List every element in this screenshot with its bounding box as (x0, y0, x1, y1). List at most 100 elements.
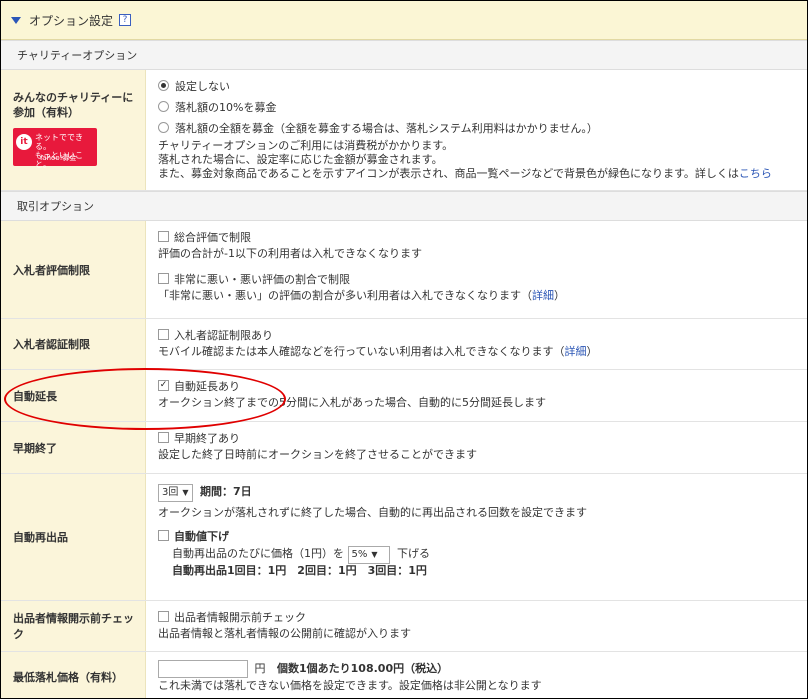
charity-note-2: 落札された場合に、設定率に応じた金額が募金されます。 (158, 153, 443, 166)
charity-option-full[interactable]: 落札額の全額を募金（全額を募金する場合は、落札システム利用料はかかりません。） (158, 118, 795, 139)
auto-extend-option[interactable]: 自動延長あり (158, 379, 795, 395)
dropdown-arrow-icon: ▼ (182, 488, 189, 497)
collapse-triangle-icon[interactable] (11, 16, 21, 24)
seller-check-content: 出品者情報開示前チェック 出品者情報と落札者情報の公開前に確認が入ります (146, 601, 807, 651)
charity-label: みんなのチャリティーに参加（有料） (13, 91, 134, 119)
option-label: 早期終了あり (174, 432, 240, 445)
yahoo-donation-logo: it ネットでできる。 もっといいこと。 Yahoo!募金 (13, 128, 97, 169)
bidder-auth-option[interactable]: 入札者認証制限あり (158, 328, 795, 344)
option-label: 自動値下げ (174, 530, 229, 543)
option-label: 非常に悪い・悪い評価の割合で制限 (174, 273, 350, 286)
min-price-row: 最低落札価格（有料） 円 個数1個あたり108.00円（税込） これ未満では落札… (1, 652, 807, 698)
charity-option-10pct[interactable]: 落札額の10%を募金 (158, 97, 795, 118)
discount-line-pre: 自動再出品のたびに価格（1円）を (172, 547, 344, 560)
checkbox[interactable] (158, 231, 169, 242)
charity-row: みんなのチャリティーに参加（有料） it ネットでできる。 もっといいこと。 Y… (1, 70, 807, 191)
bidder-auth-row: 入札者認証制限 入札者認証制限あり モバイル確認または本人確認などを行っていない… (1, 319, 807, 370)
relist-label: 自動再出品 (1, 474, 146, 600)
discount-line: 自動再出品のたびに価格（1円）を 5% ▼ 下げる (158, 545, 795, 564)
rating-ratio-desc-text: 「非常に悪い・悪い」の評価の割合が多い利用者は入札できなくなります（ (158, 289, 532, 302)
seller-check-option[interactable]: 出品者情報開示前チェック (158, 610, 795, 626)
radio-button[interactable] (158, 80, 169, 91)
rating-total-option[interactable]: 総合評価で制限 (158, 230, 795, 246)
checkbox[interactable] (158, 329, 169, 340)
option-label: 総合評価で制限 (174, 231, 251, 244)
seller-check-row: 出品者情報開示前チェック 出品者情報開示前チェック 出品者情報と落札者情報の公開… (1, 601, 807, 652)
option-label: 落札額の全額を募金（全額を募金する場合は、落札システム利用料はかかりません。） (175, 122, 598, 135)
min-price-label: 最低落札価格（有料） (1, 652, 146, 698)
seller-check-label: 出品者情報開示前チェック (1, 601, 146, 651)
bidder-rating-content: 総合評価で制限 評価の合計が-1以下の利用者は入札できなくなります 非常に悪い・… (146, 221, 807, 318)
rating-total-desc: 評価の合計が-1以下の利用者は入札できなくなります (158, 247, 422, 260)
early-end-content: 早期終了あり 設定した終了日時前にオークションを終了させることができます (146, 422, 807, 473)
auto-extend-content: 自動延長あり オークション終了までの5分間に入札があった場合、自動的に5分間延長… (146, 370, 807, 421)
charity-option-none[interactable]: 設定しない (158, 76, 795, 97)
bidder-auth-label: 入札者認証制限 (1, 319, 146, 369)
logo-sub: Yahoo!募金 (39, 154, 77, 162)
min-price-input[interactable] (158, 660, 248, 678)
min-price-input-line: 円 個数1個あたり108.00円（税込） (158, 660, 795, 678)
option-label: 出品者情報開示前チェック (174, 611, 306, 624)
paren-close: ） (586, 345, 598, 358)
auto-extend-label: 自動延長 (1, 370, 146, 421)
checkbox[interactable] (158, 432, 169, 443)
early-end-label: 早期終了 (1, 422, 146, 473)
relist-row: 自動再出品 3回 ▼ 期間：7日 オークションが落札されずに終了した場合、自動的に… (1, 474, 807, 601)
relist-count-value: 3回 (162, 487, 179, 498)
it-logo-mark: it (16, 134, 32, 150)
rating-ratio-desc: 「非常に悪い・悪い」の評価の割合が多い利用者は入札できなくなります（詳細） (158, 288, 795, 304)
checkbox[interactable] (158, 611, 169, 622)
options-title: オプション設定 (29, 13, 114, 28)
charity-section-heading: チャリティーオプション (1, 40, 807, 70)
options-header[interactable]: オプション設定 ? (1, 1, 807, 40)
discount-percent-select[interactable]: 5% ▼ (347, 546, 390, 564)
relist-content: 3回 ▼ 期間：7日 オークションが落札されずに終了した場合、自動的に再出品される… (146, 474, 807, 600)
relist-count-line: 3回 ▼ 期間：7日 (158, 483, 795, 503)
option-label: 自動延長あり (174, 380, 240, 393)
option-label: 落札額の10%を募金 (175, 101, 277, 114)
seller-check-desc: 出品者情報と落札者情報の公開前に確認が入ります (158, 627, 411, 640)
early-end-desc: 設定した終了日時前にオークションを終了させることができます (158, 448, 477, 461)
auto-extend-desc: オークション終了までの5分間に入札があった場合、自動的に5分間延長します (158, 396, 546, 409)
early-end-option[interactable]: 早期終了あり (158, 431, 795, 447)
charity-label-cell: みんなのチャリティーに参加（有料） it ネットでできる。 もっといいこと。 Y… (1, 70, 146, 190)
min-price-desc: これ未満では落札できない価格を設定できます。設定価格は非公開となります (158, 679, 542, 692)
rating-ratio-option[interactable]: 非常に悪い・悪い評価の割合で制限 (158, 272, 795, 288)
bidder-rating-row: 入札者評価制限 総合評価で制限 評価の合計が-1以下の利用者は入札できなくなりま… (1, 221, 807, 319)
percent-value: 5% (351, 549, 368, 560)
radio-button[interactable] (158, 122, 169, 133)
min-price-content: 円 個数1個あたり108.00円（税込） これ未満では落札できない価格を設定でき… (146, 652, 807, 698)
radio-button[interactable] (158, 101, 169, 112)
checkbox[interactable] (158, 530, 169, 541)
dropdown-arrow-icon: ▼ (371, 550, 378, 559)
relist-count-select[interactable]: 3回 ▼ (158, 484, 193, 502)
paren-close: ） (554, 289, 565, 302)
yen-unit: 円 (254, 662, 266, 675)
checkbox[interactable] (158, 273, 169, 284)
checkbox-checked[interactable] (158, 380, 169, 391)
bidder-auth-desc-text: モバイル確認または本人確認などを行っていない利用者は入札できなくなります（ (158, 345, 565, 358)
relist-desc: オークションが落札されずに終了した場合、自動的に再出品される回数を設定できます (158, 506, 587, 519)
charity-details-link[interactable]: こちら (739, 167, 772, 180)
option-label: 設定しない (175, 80, 230, 93)
bidder-auth-desc: モバイル確認または本人確認などを行っていない利用者は入札できなくなります（詳細） (158, 344, 795, 360)
bidder-auth-content: 入札者認証制限あり モバイル確認または本人確認などを行っていない利用者は入札でき… (146, 319, 807, 369)
min-price-fee: 個数1個あたり108.00円（税込） (277, 662, 449, 675)
logo-text-1: ネットでできる。 (35, 133, 83, 151)
charity-note-1: チャリティーオプションのご利用には消費税がかかります。 (158, 139, 454, 152)
auto-discount-option[interactable]: 自動値下げ (158, 529, 795, 545)
option-settings-panel: オプション設定 ? チャリティーオプション みんなのチャリティーに参加（有料） … (0, 0, 808, 699)
rating-details-link[interactable]: 詳細 (532, 289, 554, 302)
bidder-rating-label: 入札者評価制限 (1, 221, 146, 318)
discount-line-post: 下げる (397, 547, 430, 560)
option-label: 入札者認証制限あり (174, 329, 273, 342)
charity-note-3-text: また、募金対象商品であることを示すアイコンが表示され、商品一覧ページなどで背景色… (158, 167, 739, 180)
early-end-row: 早期終了 早期終了あり 設定した終了日時前にオークションを終了させることができま… (1, 422, 807, 474)
charity-content: 設定しない 落札額の10%を募金 落札額の全額を募金（全額を募金する場合は、落札… (146, 70, 807, 190)
auth-details-link[interactable]: 詳細 (564, 345, 586, 358)
trade-section-heading: 取引オプション (1, 191, 807, 221)
auto-extend-row: 自動延長 自動延長あり オークション終了までの5分間に入札があった場合、自動的に… (1, 370, 807, 422)
charity-note-3: また、募金対象商品であることを示すアイコンが表示され、商品一覧ページなどで背景色… (158, 167, 795, 181)
help-icon[interactable]: ? (119, 14, 132, 26)
relist-period: 期間：7日 (200, 485, 252, 498)
